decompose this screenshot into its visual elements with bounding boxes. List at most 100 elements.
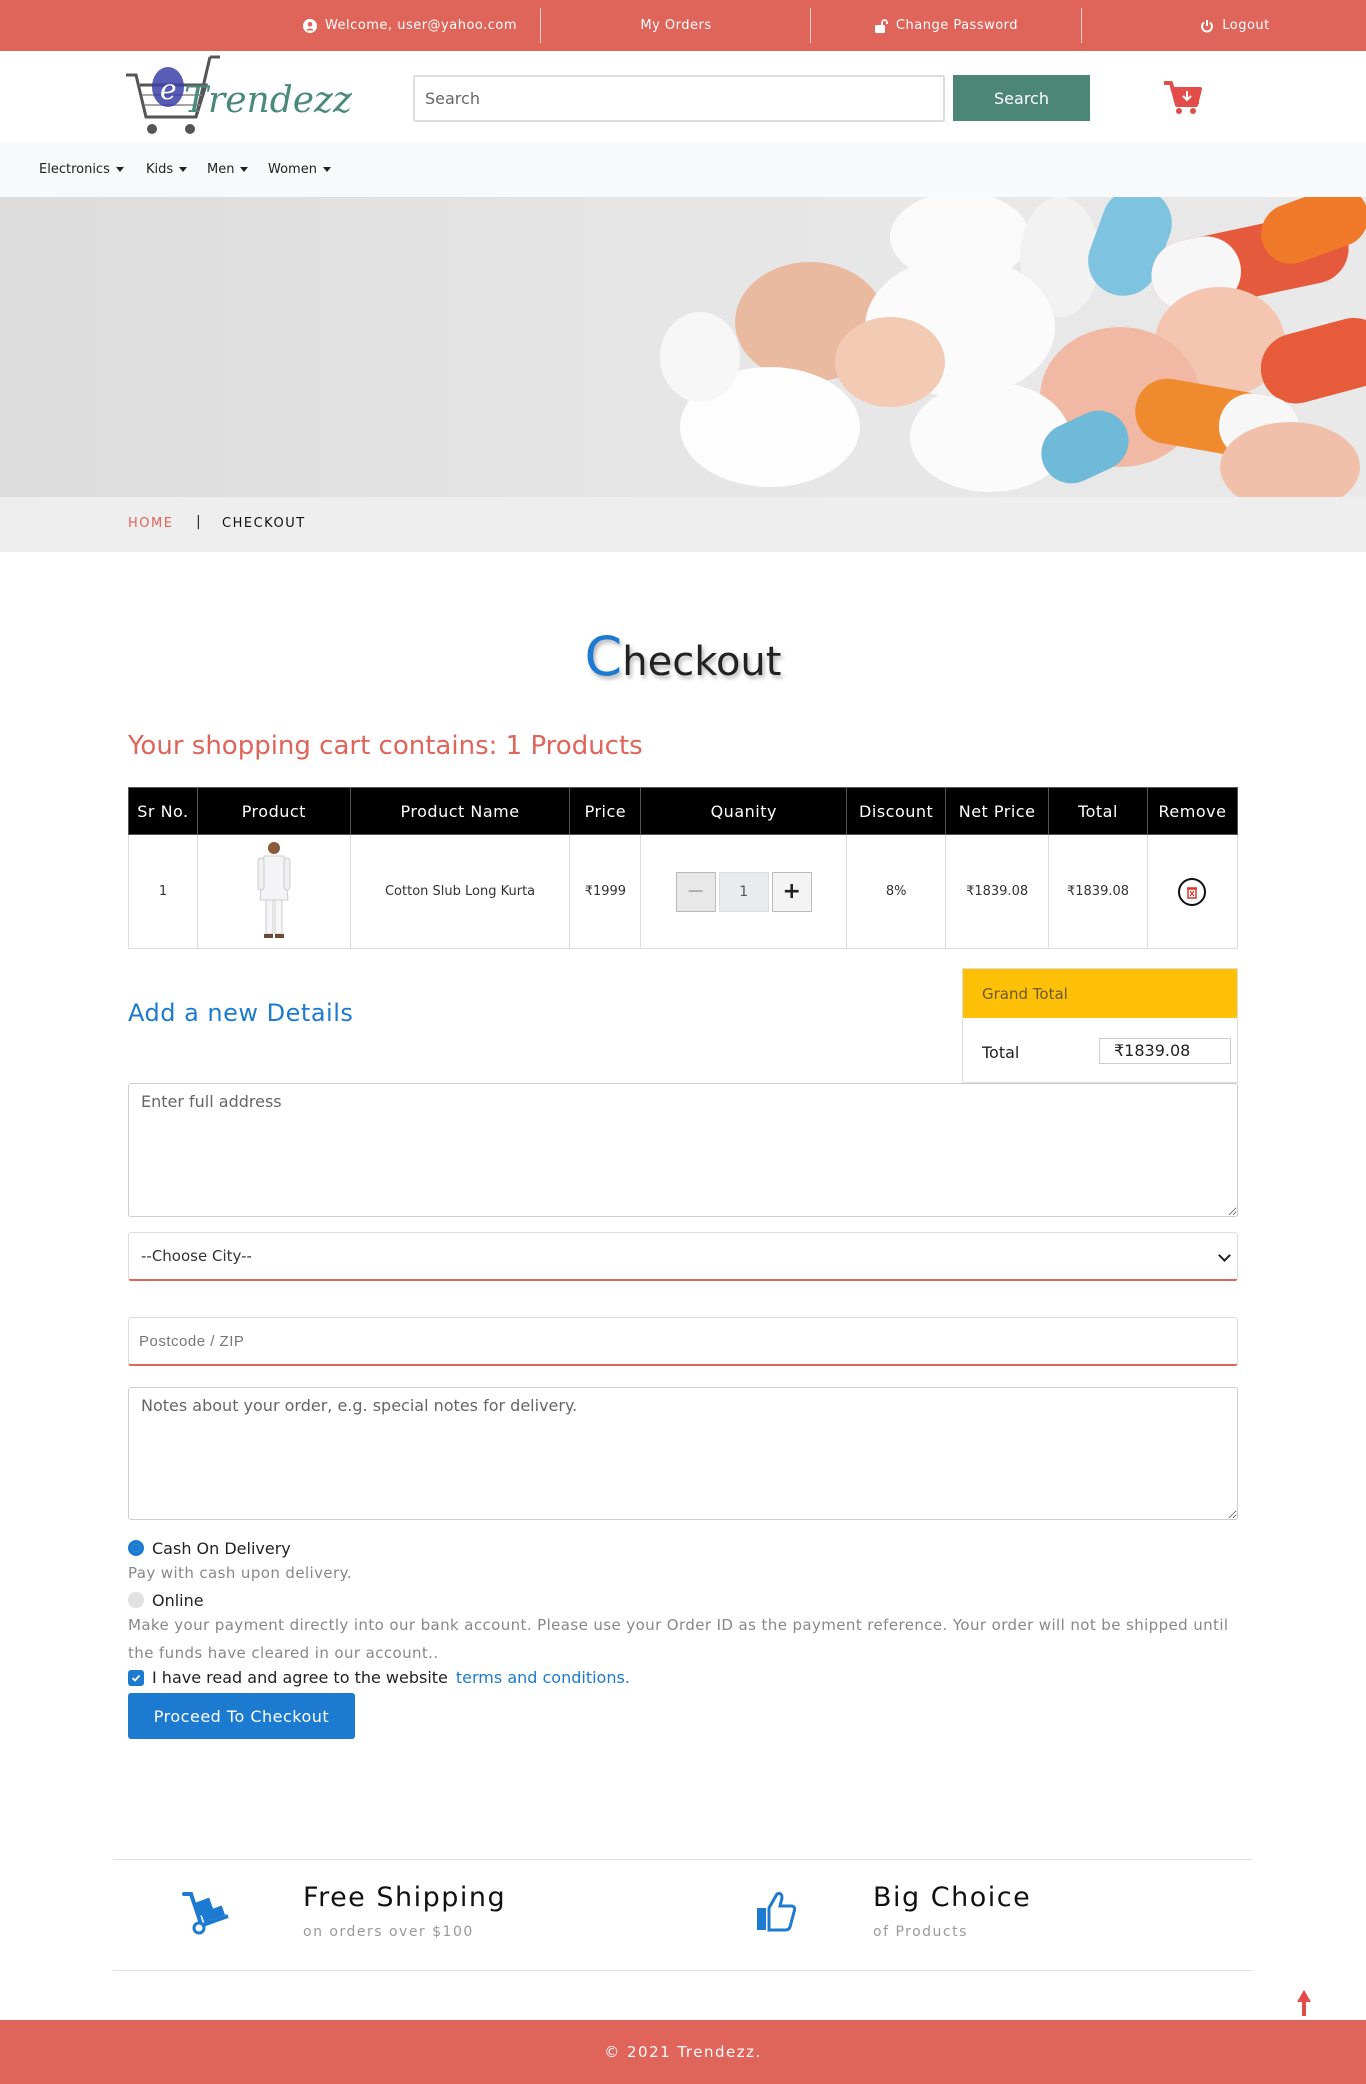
col-sr-no: Sr No.	[128, 787, 198, 835]
big-choice-subtitle: of Products	[873, 1924, 968, 1940]
grand-total-label: Total	[982, 1043, 1020, 1062]
breadcrumb-separator: |	[196, 514, 201, 530]
breadcrumb: HOME | CHECKOUT	[0, 497, 1366, 552]
features-strip: Free Shipping on orders over $100 Big Ch…	[113, 1859, 1253, 1971]
caret-down-icon	[322, 167, 331, 172]
col-total: Total	[1048, 787, 1148, 835]
terms-link[interactable]: terms and conditions.	[456, 1668, 630, 1687]
copyright-text: © 2021 Trendezz.	[604, 2043, 762, 2061]
city-selected-value: --Choose City--	[141, 1247, 252, 1265]
terms-text: I have read and agree to the website	[152, 1668, 448, 1687]
cell-total: ₹1839.08	[1048, 834, 1148, 949]
user-icon	[302, 18, 317, 33]
big-choice-title: Big Choice	[873, 1882, 1032, 1913]
cell-price: ₹1999	[569, 834, 642, 949]
add-details-heading: Add a new Details	[128, 999, 354, 1027]
change-password-label: Change Password	[895, 18, 1019, 33]
minus-icon[interactable]: −	[675, 871, 716, 912]
hero-banner	[0, 197, 1366, 497]
site-footer: © 2021 Trendezz.	[0, 2020, 1366, 2084]
city-select[interactable]: --Choose City--	[128, 1232, 1238, 1281]
nav-item-kids[interactable]: Kids	[146, 142, 188, 197]
page-title-initial: C	[584, 625, 623, 688]
payment-option-online[interactable]: Online	[128, 1589, 204, 1611]
cart-icon[interactable]	[1162, 79, 1202, 115]
search-input[interactable]	[413, 75, 945, 122]
cart-table: Sr No. Product Product Name Price Quanit…	[128, 787, 1239, 949]
cell-sr: 1	[128, 834, 198, 949]
nav-label: Men	[207, 162, 235, 177]
zip-field[interactable]	[128, 1317, 1238, 1366]
welcome-text: Welcome, user@yahoo.com	[324, 18, 518, 33]
col-remove: Remove	[1146, 787, 1239, 835]
cod-hint: Pay with cash upon delivery.	[128, 1564, 352, 1582]
table-header-row: Sr No. Product Product Name Price Quanit…	[128, 787, 1239, 835]
category-nav: Electronics Kids Men Women	[0, 142, 1366, 197]
cell-net-price: ₹1839.08	[945, 834, 1050, 949]
free-shipping-title: Free Shipping	[303, 1882, 507, 1913]
remove-icon[interactable]	[1178, 877, 1207, 906]
divider	[1081, 8, 1082, 43]
grand-total-box: Grand Total Total ₹1839.08	[962, 968, 1238, 1083]
cell-quantity: − 1 +	[640, 834, 848, 949]
chevron-down-icon	[1218, 1249, 1231, 1262]
col-quantity: Quanity	[640, 787, 848, 835]
change-password-link[interactable]: Change Password	[811, 0, 1081, 51]
nav-label: Electronics	[39, 162, 110, 177]
nav-label: Kids	[146, 162, 174, 177]
terms-checkbox[interactable]	[128, 1669, 144, 1686]
cell-remove	[1146, 834, 1239, 949]
search-button[interactable]: Search	[953, 75, 1090, 121]
cell-discount: 8%	[846, 834, 947, 949]
free-shipping-subtitle: on orders over $100	[303, 1924, 474, 1940]
lock-icon	[874, 18, 888, 33]
table-row: 1 Cotton Slub Long Kurta ₹1999 − 1 + 8% …	[128, 834, 1239, 949]
address-field[interactable]	[128, 1083, 1238, 1217]
nav-item-electronics[interactable]: Electronics	[39, 142, 124, 197]
power-icon	[1201, 19, 1214, 32]
online-label: Online	[152, 1590, 204, 1610]
cell-product-name[interactable]: Cotton Slub Long Kurta	[349, 834, 571, 949]
online-hint: Make your payment directly into our bank…	[128, 1616, 1229, 1662]
page-title-rest: heckout	[622, 639, 782, 685]
cell-product-image[interactable]	[196, 834, 351, 949]
product-image[interactable]	[254, 840, 294, 940]
caret-down-icon	[240, 167, 249, 172]
dolly-icon	[182, 1892, 229, 1935]
grand-total-value: ₹1839.08	[1099, 1038, 1231, 1064]
grand-total-header: Grand Total	[963, 969, 1237, 1018]
cart-count-heading: Your shopping cart contains: 1 Products	[128, 731, 643, 761]
arrow-up-icon[interactable]	[1296, 1990, 1312, 2016]
logout-link[interactable]: Logout	[1150, 0, 1320, 51]
logout-label: Logout	[1222, 18, 1270, 33]
proceed-to-checkout-button[interactable]: Proceed To Checkout	[128, 1693, 355, 1739]
nav-item-men[interactable]: Men	[207, 142, 249, 197]
terms-agreement: I have read and agree to the website ter…	[128, 1668, 630, 1687]
radio-selected[interactable]	[128, 1540, 144, 1556]
logo-text[interactable]: Trendezz	[184, 80, 352, 121]
svg-text:e: e	[160, 73, 177, 106]
welcome-user[interactable]: Welcome, user@yahoo.com	[280, 0, 540, 51]
radio-unselected[interactable]	[128, 1592, 144, 1608]
nav-label: Women	[268, 162, 317, 177]
cod-label: Cash On Delivery	[152, 1538, 291, 1558]
quantity-stepper: − 1 +	[675, 871, 812, 912]
quantity-value[interactable]: 1	[718, 871, 769, 912]
breadcrumb-home[interactable]: HOME	[128, 516, 173, 531]
col-product-name: Product Name	[349, 787, 571, 835]
plus-icon[interactable]: +	[771, 871, 812, 912]
nav-item-women[interactable]: Women	[268, 142, 331, 197]
col-product: Product	[196, 787, 351, 835]
order-notes-field[interactable]	[128, 1387, 1238, 1520]
payment-option-cod[interactable]: Cash On Delivery	[128, 1537, 291, 1559]
my-orders-link[interactable]: My Orders	[541, 0, 811, 51]
my-orders-label: My Orders	[640, 18, 712, 33]
thumbs-up-icon	[757, 1892, 797, 1932]
top-bar: Welcome, user@yahoo.com My Orders Change…	[0, 0, 1366, 51]
col-discount: Discount	[846, 787, 947, 835]
breadcrumb-current: CHECKOUT	[222, 516, 306, 531]
col-price: Price	[569, 787, 642, 835]
caret-down-icon	[115, 167, 124, 172]
page-title: Checkout	[0, 625, 1366, 688]
check-icon	[131, 1674, 141, 1682]
